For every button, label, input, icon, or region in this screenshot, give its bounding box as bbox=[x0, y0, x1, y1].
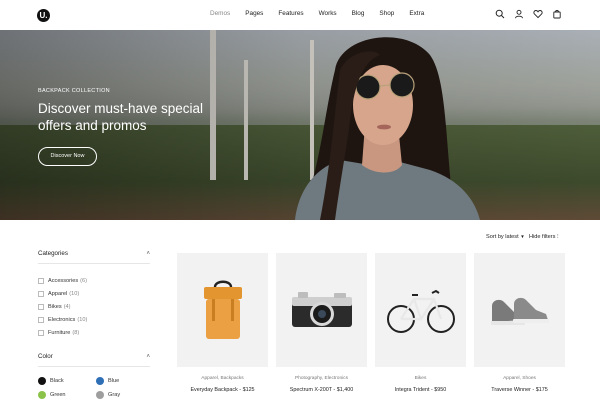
product-category: Photography, Electronics bbox=[295, 376, 348, 381]
color-list: Black Blue Green Gray bbox=[38, 377, 150, 399]
nav-item-features[interactable]: Features bbox=[278, 10, 303, 17]
discover-now-button[interactable]: Discover Now bbox=[38, 147, 97, 166]
color-label: Blue bbox=[108, 378, 120, 384]
category-label: Accessories bbox=[48, 277, 79, 284]
product-image[interactable] bbox=[177, 253, 268, 367]
bike-icon bbox=[386, 289, 455, 333]
product-card: Apparel, Shoes Traverse Winner - $175 bbox=[474, 253, 565, 393]
main-nav: Demos Pages Features Works Blog Shop Ext… bbox=[210, 10, 439, 17]
checkbox[interactable] bbox=[38, 316, 44, 323]
product-image[interactable] bbox=[474, 253, 565, 367]
product-card: Bikes Integra Trident - $950 bbox=[375, 253, 466, 393]
category-label: Apparel bbox=[48, 290, 68, 297]
hero-title: Discover must-have special offers and pr… bbox=[38, 101, 204, 133]
filter-sidebar: Categories ˄ Accessories (6) Apparel (10… bbox=[38, 250, 150, 399]
product-image[interactable] bbox=[375, 253, 466, 367]
color-item-blue[interactable]: Blue bbox=[96, 377, 154, 385]
heart-icon[interactable] bbox=[533, 9, 543, 19]
category-item-bikes[interactable]: Bikes (4) bbox=[38, 300, 150, 313]
checkbox[interactable] bbox=[38, 303, 44, 310]
category-label: Bikes bbox=[48, 303, 62, 310]
checkbox[interactable] bbox=[38, 290, 44, 297]
search-icon[interactable] bbox=[495, 9, 505, 19]
logo[interactable]: U. bbox=[37, 9, 50, 22]
color-swatch bbox=[38, 377, 46, 385]
category-label: Furniture bbox=[48, 329, 71, 336]
chevron-down-icon: ▼ bbox=[520, 234, 525, 239]
product-card: Apparel, Backpacks Everyday Backpack - $… bbox=[177, 253, 268, 393]
color-label: Gray bbox=[108, 392, 121, 398]
category-label: Electronics bbox=[48, 316, 76, 323]
chevron-up-icon: ˄ bbox=[146, 353, 150, 360]
category-count: (6) bbox=[80, 277, 87, 284]
color-swatch bbox=[96, 377, 104, 385]
color-item-green[interactable]: Green bbox=[38, 391, 96, 399]
hero-text: BACKPACK COLLECTION Discover must-have s… bbox=[38, 88, 208, 134]
product-title[interactable]: Integra Trident - $950 bbox=[375, 387, 466, 393]
sneaker-icon bbox=[490, 297, 549, 325]
product-category: Apparel, Backpacks bbox=[201, 376, 244, 381]
bag-icon[interactable] bbox=[552, 9, 562, 19]
product-card: Photography, Electronics Spectrum X-200T… bbox=[276, 253, 367, 393]
color-label: Green bbox=[50, 392, 66, 398]
product-grid: Apparel, Backpacks Everyday Backpack - $… bbox=[177, 253, 565, 393]
color-header[interactable]: Color ˄ bbox=[38, 353, 150, 367]
category-count: (10) bbox=[69, 290, 80, 297]
product-category: Apparel, Shoes bbox=[503, 376, 536, 381]
sort-dropdown[interactable]: Sort by latest ▼ bbox=[486, 234, 525, 240]
category-item-furniture[interactable]: Furniture (8) bbox=[38, 326, 150, 339]
hero-subtitle: BACKPACK COLLECTION bbox=[38, 88, 110, 94]
product-title[interactable]: Traverse Winner - $175 bbox=[474, 387, 565, 393]
product-image[interactable] bbox=[276, 253, 367, 367]
nav-item-extra[interactable]: Extra bbox=[409, 10, 424, 17]
chevron-up-icon: ˄ bbox=[146, 250, 150, 257]
color-item-black[interactable]: Black bbox=[38, 377, 96, 385]
nav-item-pages[interactable]: Pages bbox=[245, 10, 263, 17]
nav-item-works[interactable]: Works bbox=[319, 10, 337, 17]
checkbox[interactable] bbox=[38, 329, 44, 336]
camera-icon bbox=[291, 292, 352, 327]
color-swatch bbox=[38, 391, 46, 399]
nav-item-blog[interactable]: Blog bbox=[352, 10, 365, 17]
checkbox[interactable] bbox=[38, 277, 44, 284]
category-count: (8) bbox=[72, 329, 80, 336]
hide-filters-label: Hide filters bbox=[529, 234, 556, 240]
category-count: (10) bbox=[77, 316, 88, 323]
category-list: Accessories (6) Apparel (10) Bikes (4) E… bbox=[38, 274, 150, 339]
categories-header[interactable]: Categories ˄ bbox=[38, 250, 150, 264]
hide-filters-button[interactable]: Hide filters ⫶ bbox=[529, 234, 559, 241]
header: U. Demos Pages Features Works Blog Shop … bbox=[0, 0, 600, 30]
nav-item-shop[interactable]: Shop bbox=[379, 10, 394, 17]
category-item-accessories[interactable]: Accessories (6) bbox=[38, 274, 150, 287]
product-title[interactable]: Everyday Backpack - $125 bbox=[177, 387, 268, 393]
color-title: Color bbox=[38, 353, 53, 360]
category-count: (4) bbox=[63, 303, 71, 310]
sort-label: Sort by latest bbox=[486, 234, 519, 240]
user-icon[interactable] bbox=[514, 9, 524, 19]
hero-model-image bbox=[295, 37, 480, 220]
color-item-gray[interactable]: Gray bbox=[96, 391, 154, 399]
filter-icon: ⫶ bbox=[557, 234, 559, 240]
header-icons bbox=[495, 9, 562, 19]
category-item-electronics[interactable]: Electronics (10) bbox=[38, 313, 150, 326]
category-item-apparel[interactable]: Apparel (10) bbox=[38, 287, 150, 300]
nav-item-demos[interactable]: Demos bbox=[210, 10, 230, 17]
color-swatch bbox=[96, 391, 104, 399]
hero-banner: BACKPACK COLLECTION Discover must-have s… bbox=[0, 30, 600, 220]
product-category: Bikes bbox=[414, 376, 427, 381]
color-label: Black bbox=[50, 378, 64, 384]
product-title[interactable]: Spectrum X-200T - $1,400 bbox=[276, 387, 367, 393]
backpack-icon bbox=[203, 280, 242, 339]
categories-title: Categories bbox=[38, 250, 68, 257]
